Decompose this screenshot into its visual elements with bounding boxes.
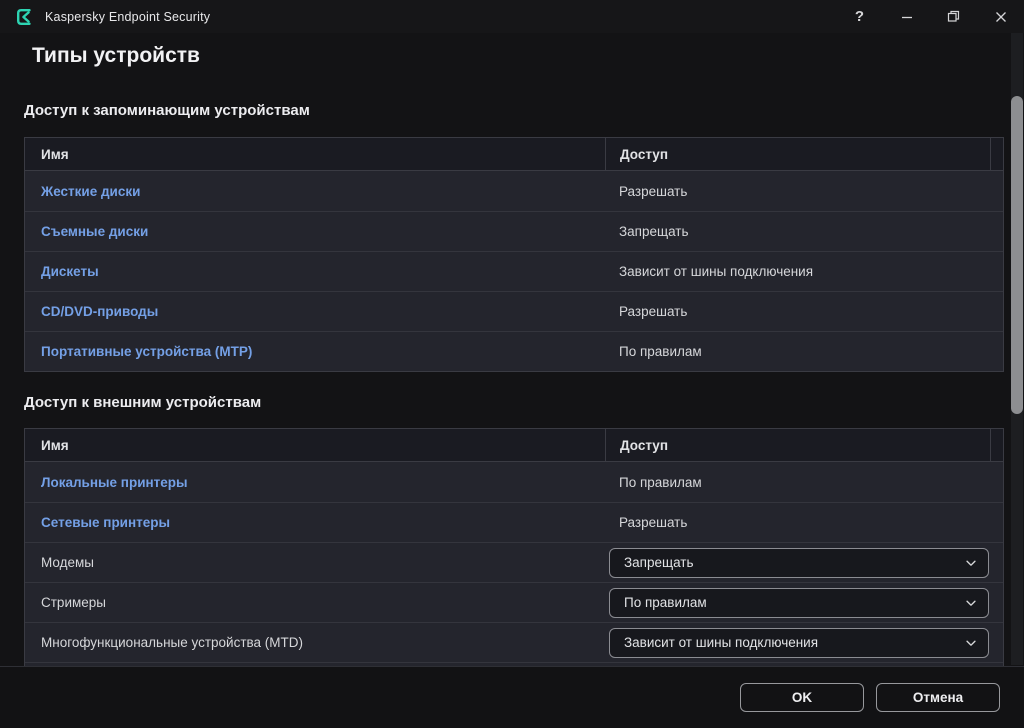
table-row: Локальные принтеры По правилам	[25, 462, 1003, 502]
column-header-access: Доступ	[605, 138, 990, 170]
close-button[interactable]	[977, 0, 1024, 33]
table-header: Имя Доступ	[25, 138, 1003, 171]
access-value: По правилам	[619, 344, 702, 359]
device-name-cell: Многофункциональные устройства (MTD)	[25, 623, 605, 662]
table-row: CD/DVD-приводы Разрешать	[25, 291, 1003, 331]
access-dropdown[interactable]: По правилам	[609, 588, 989, 618]
dropdown-selected-value: Зависит от шины подключения	[624, 635, 818, 650]
cancel-button[interactable]: Отмена	[876, 683, 1000, 712]
ok-button[interactable]: OK	[740, 683, 864, 712]
table-header: Имя Доступ	[25, 429, 1003, 462]
device-name-cell: CD/DVD-приводы	[25, 292, 605, 331]
chevron-down-icon	[964, 556, 978, 570]
access-cell: Запрещать	[605, 212, 1003, 251]
access-dropdown[interactable]: Запрещать	[609, 548, 989, 578]
access-value: Разрешать	[619, 184, 687, 199]
window-controls: ?	[836, 0, 1024, 33]
minimize-button[interactable]	[883, 0, 930, 33]
kaspersky-logo-icon	[14, 7, 34, 27]
device-name-cell: Дискеты	[25, 252, 605, 291]
access-cell: По правилам	[605, 332, 1003, 371]
access-cell: Зависит от шины подключения	[605, 252, 1003, 291]
table-row: Многофункциональные устройства (MTD) Зави…	[25, 622, 1003, 662]
device-name-link[interactable]: Локальные принтеры	[41, 475, 188, 490]
access-value: По правилам	[619, 475, 702, 490]
chevron-down-icon	[964, 636, 978, 650]
access-value: Запрещать	[619, 224, 689, 239]
column-header-name: Имя	[25, 429, 605, 461]
header-gutter	[990, 138, 1003, 170]
access-value: Разрешать	[619, 304, 687, 319]
device-name-cell: Локальные принтеры	[25, 462, 605, 502]
access-cell: Разрешать	[605, 503, 1003, 542]
device-name-link[interactable]: Сетевые принтеры	[41, 515, 170, 530]
storage-devices-table: Имя Доступ Жесткие диски Разрешать Съемные…	[24, 137, 1004, 372]
device-name-cell: Портативные устройства (MTP)	[25, 332, 605, 371]
chevron-down-icon	[964, 596, 978, 610]
device-name-link[interactable]: Портативные устройства (MTP)	[41, 344, 252, 359]
device-name-label: Стримеры	[41, 595, 106, 610]
table-row: Портативные устройства (MTP) По правилам	[25, 331, 1003, 371]
device-name-label: Модемы	[41, 555, 94, 570]
table-row: Модемы Запрещать	[25, 542, 1003, 582]
footer-bar: OK Отмена	[0, 666, 1024, 728]
section-title-storage-devices: Доступ к запоминающим устройствам	[24, 102, 310, 119]
dropdown-selected-value: По правилам	[624, 595, 707, 610]
table-row: Съемные диски Запрещать	[25, 211, 1003, 251]
access-cell: По правилам	[605, 583, 1003, 622]
device-name-label: Многофункциональные устройства (MTD)	[41, 635, 303, 650]
device-name-cell: Съемные диски	[25, 212, 605, 251]
dropdown-selected-value: Запрещать	[624, 555, 694, 570]
header-gutter	[990, 429, 1003, 461]
restore-button[interactable]	[930, 0, 977, 33]
page-title: Типы устройств	[32, 44, 200, 68]
table-row: Дискеты Зависит от шины подключения	[25, 251, 1003, 291]
access-cell: Запрещать	[605, 543, 1003, 582]
column-header-access: Доступ	[605, 429, 990, 461]
access-dropdown[interactable]: Зависит от шины подключения	[609, 628, 989, 658]
access-cell: Зависит от шины подключения	[605, 623, 1003, 662]
app-window: Kaspersky Endpoint Security ? Типы устро…	[0, 0, 1024, 728]
table-row: Жесткие диски Разрешать	[25, 171, 1003, 211]
column-header-name: Имя	[25, 138, 605, 170]
title-bar: Kaspersky Endpoint Security ?	[0, 0, 1024, 33]
device-name-cell: Модемы	[25, 543, 605, 582]
window-title: Kaspersky Endpoint Security	[45, 10, 210, 24]
external-devices-table: Имя Доступ Локальные принтеры По правилам…	[24, 428, 1004, 668]
table-row: Сетевые принтеры Разрешать	[25, 502, 1003, 542]
device-name-link[interactable]: Дискеты	[41, 264, 99, 279]
device-name-link[interactable]: CD/DVD-приводы	[41, 304, 158, 319]
access-value: Разрешать	[619, 515, 687, 530]
device-name-cell: Жесткие диски	[25, 171, 605, 211]
device-name-cell: Стримеры	[25, 583, 605, 622]
access-cell: Разрешать	[605, 292, 1003, 331]
device-name-link[interactable]: Съемные диски	[41, 224, 148, 239]
vertical-scrollbar-thumb[interactable]	[1011, 96, 1023, 414]
table-row: Стримеры По правилам	[25, 582, 1003, 622]
access-cell: Разрешать	[605, 171, 1003, 211]
device-name-cell: Сетевые принтеры	[25, 503, 605, 542]
device-name-link[interactable]: Жесткие диски	[41, 184, 140, 199]
help-button[interactable]: ?	[836, 0, 883, 33]
access-cell: По правилам	[605, 462, 1003, 502]
section-title-external-devices: Доступ к внешним устройствам	[24, 394, 261, 411]
access-value: Зависит от шины подключения	[619, 264, 813, 279]
